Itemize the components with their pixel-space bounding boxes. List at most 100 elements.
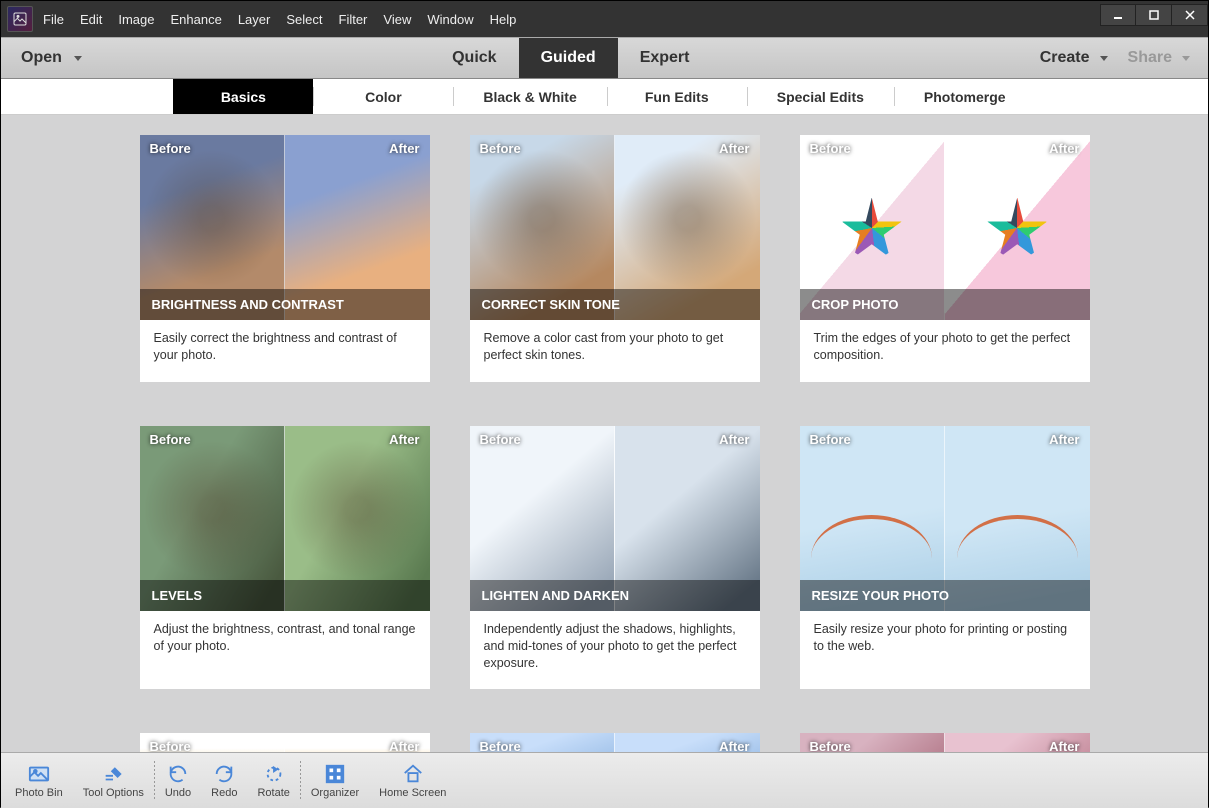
after-label: After	[389, 739, 419, 752]
guided-grid: BeforeAfterBRIGHTNESS AND CONTRASTEasily…	[111, 135, 1118, 752]
guided-card[interactable]: Before After CORRECT SKIN TONE Remove a col…	[470, 135, 760, 382]
guided-scroll[interactable]: BeforeAfterBRIGHTNESS AND CONTRASTEasily…	[1, 115, 1208, 752]
subtab-special-edits[interactable]: Special Edits	[747, 79, 894, 114]
top-toolbar: Open QuickGuidedExpert Create Share	[1, 37, 1208, 79]
menu-select[interactable]: Select	[286, 12, 322, 27]
guided-card[interactable]: Before After CROP PHOTO Trim the edges of y…	[800, 135, 1090, 382]
before-label: Before	[810, 141, 851, 156]
menu-file[interactable]: File	[43, 12, 64, 27]
organizer-button[interactable]: Organizer	[303, 763, 367, 799]
menu-image[interactable]: Image	[118, 12, 154, 27]
card-thumbnail: BeforeAfter	[140, 733, 430, 752]
create-label: Create	[1040, 49, 1090, 67]
rotate-button[interactable]: Rotate	[249, 763, 297, 799]
bottom-toolbar: Photo Bin Tool Options Undo Redo RotateOrgan…	[1, 752, 1208, 808]
after-label: After	[719, 739, 749, 752]
card-thumbnail: Before After CORRECT SKIN TONE	[470, 135, 760, 320]
close-button[interactable]	[1172, 4, 1208, 26]
open-menu[interactable]: Open	[1, 49, 102, 67]
before-label: Before	[480, 739, 521, 752]
after-label: After	[719, 432, 749, 447]
card-title: CROP PHOTO	[812, 297, 1078, 312]
home-screen-icon	[401, 763, 425, 785]
before-label: Before	[150, 432, 191, 447]
after-label: After	[1049, 432, 1079, 447]
rotate-icon	[262, 763, 286, 785]
tool-options-icon	[101, 763, 125, 785]
guided-card[interactable]: BeforeAfter	[140, 733, 430, 752]
mode-guided[interactable]: Guided	[519, 38, 618, 78]
card-thumbnail: BeforeAfterRESIZE YOUR PHOTO	[800, 426, 1090, 611]
mode-quick[interactable]: Quick	[430, 38, 518, 78]
share-menu[interactable]: Share	[1128, 49, 1190, 67]
card-title: LEVELS	[152, 588, 418, 603]
card-title: LIGHTEN AND DARKEN	[482, 588, 748, 603]
subtab-fun-edits[interactable]: Fun Edits	[607, 79, 747, 114]
create-menu[interactable]: Create	[1040, 49, 1108, 67]
guided-card[interactable]: BeforeAfterRESIZE YOUR PHOTOEasily resiz…	[800, 426, 1090, 690]
before-label: Before	[150, 141, 191, 156]
card-thumbnail: Before After LEVELS	[140, 426, 430, 611]
photo-bin-button[interactable]: Photo Bin	[7, 763, 71, 799]
redo-label: Redo	[211, 787, 237, 799]
menu-edit[interactable]: Edit	[80, 12, 102, 27]
card-description: Adjust the brightness, contrast, and ton…	[140, 611, 430, 673]
after-label: After	[719, 141, 749, 156]
titlebar: File Edit Image Enhance Layer Select Filter Vie…	[1, 1, 1208, 37]
maximize-button[interactable]	[1136, 4, 1172, 26]
menu-bar: File Edit Image Enhance Layer Select Filter Vie…	[43, 12, 516, 27]
chevron-down-icon	[1182, 56, 1190, 61]
menu-filter[interactable]: Filter	[339, 12, 368, 27]
share-label: Share	[1128, 49, 1172, 67]
home-screen-button[interactable]: Home Screen	[371, 763, 454, 799]
card-thumbnail: BeforeAfterBRIGHTNESS AND CONTRAST	[140, 135, 430, 320]
card-description: Trim the edges of your photo to get the …	[800, 320, 1090, 382]
before-label: Before	[810, 432, 851, 447]
category-tabs: BasicsColorBlack & WhiteFun EditsSpecial…	[1, 79, 1208, 115]
chevron-down-icon	[74, 56, 82, 61]
guided-card[interactable]: Before After	[470, 733, 760, 752]
tool-options-label: Tool Options	[83, 787, 144, 799]
menu-enhance[interactable]: Enhance	[171, 12, 222, 27]
subtab-black-white[interactable]: Black & White	[453, 79, 606, 114]
tool-options-button[interactable]: Tool Options	[75, 763, 152, 799]
subtab-color[interactable]: Color	[313, 79, 453, 114]
before-label: Before	[480, 432, 521, 447]
after-label: After	[1049, 141, 1079, 156]
mode-expert[interactable]: Expert	[618, 38, 712, 78]
app-icon	[7, 6, 33, 32]
main-area: BeforeAfterBRIGHTNESS AND CONTRASTEasily…	[1, 115, 1208, 752]
card-thumbnail: Before After CROP PHOTO	[800, 135, 1090, 320]
minimize-button[interactable]	[1100, 4, 1136, 26]
card-description: Remove a color cast from your photo to g…	[470, 320, 760, 382]
card-title: CORRECT SKIN TONE	[482, 297, 748, 312]
card-description: Easily resize your photo for printing or…	[800, 611, 1090, 673]
redo-icon	[212, 763, 236, 785]
before-label: Before	[480, 141, 521, 156]
after-label: After	[389, 141, 419, 156]
undo-label: Undo	[165, 787, 191, 799]
card-thumbnail: Before After	[470, 733, 760, 752]
chevron-down-icon	[1100, 56, 1108, 61]
photo-bin-icon	[27, 763, 51, 785]
subtab-basics[interactable]: Basics	[173, 79, 313, 114]
open-label: Open	[21, 49, 62, 67]
after-label: After	[1049, 739, 1079, 752]
menu-window[interactable]: Window	[427, 12, 473, 27]
subtab-photomerge[interactable]: Photomerge	[894, 79, 1036, 114]
toolbar-right: Create Share	[1040, 49, 1208, 67]
card-description: Independently adjust the shadows, highli…	[470, 611, 760, 690]
guided-card[interactable]: Before After LIGHTEN AND DARKEN Independent…	[470, 426, 760, 690]
before-label: Before	[810, 739, 851, 752]
menu-help[interactable]: Help	[490, 12, 517, 27]
guided-card[interactable]: BeforeAfterBRIGHTNESS AND CONTRASTEasily…	[140, 135, 430, 382]
undo-icon	[166, 763, 190, 785]
menu-view[interactable]: View	[383, 12, 411, 27]
card-description: Easily correct the brightness and contra…	[140, 320, 430, 382]
after-label: After	[389, 432, 419, 447]
guided-card[interactable]: Before After LEVELS Adjust the brightness, …	[140, 426, 430, 690]
menu-layer[interactable]: Layer	[238, 12, 271, 27]
redo-button[interactable]: Redo	[203, 763, 245, 799]
undo-button[interactable]: Undo	[157, 763, 199, 799]
guided-card[interactable]: Before After	[800, 733, 1090, 752]
